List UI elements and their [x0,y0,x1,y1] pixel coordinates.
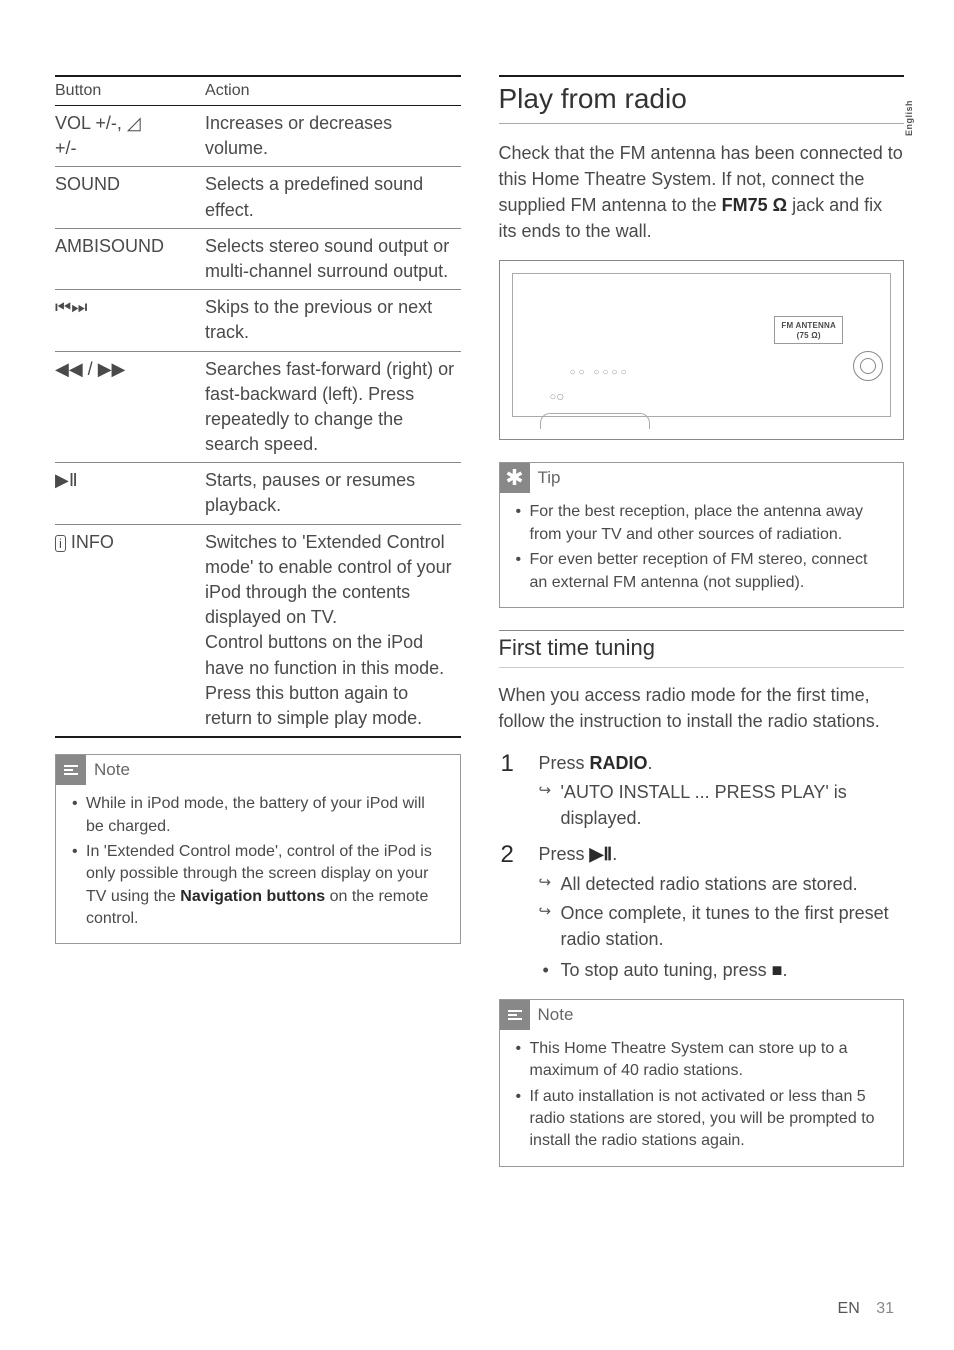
note-box-radio: Note This Home Theatre System can store … [499,999,905,1167]
panel-dots-icon: ○○ ○○○○ [570,367,630,378]
step-result: Once complete, it tunes to the first pre… [539,900,905,952]
footer-page-number: 31 [876,1300,894,1317]
note-icon [500,1000,530,1030]
note-box-ipod: Note While in iPod mode, the battery of … [55,754,461,944]
button-cell: i INFO [55,524,205,737]
tip-icon: ✱ [500,463,530,493]
button-cell: ◀◀ / ▶▶ [55,351,205,463]
heading-play-from-radio: Play from radio [499,75,905,124]
action-cell: Selects stereo sound output or multi-cha… [205,228,460,289]
table-row: ⏮⏭Skips to the previous or next track. [55,290,461,351]
action-cell: Selects a predefined sound effect. [205,167,460,228]
table-row: VOL +/-, ◿+/-Increases or decreases volu… [55,106,461,167]
note-item: In 'Extended Control mode', control of t… [72,841,444,931]
tip-item: For the best reception, place the antenn… [516,501,888,546]
table-header-button: Button [55,76,205,106]
action-cell: Skips to the previous or next track. [205,290,460,351]
table-row: AMBISOUNDSelects stereo sound output or … [55,228,461,289]
button-cell: ▶Ⅱ [55,463,205,524]
tip-box: ✱ Tip For the best reception, place the … [499,462,905,608]
table-row: i INFOSwitches to 'Extended Control mode… [55,524,461,737]
step-item: Press ▶Ⅱ.All detected radio stations are… [501,841,905,982]
button-cell: VOL +/-, ◿+/- [55,106,205,167]
step-result: 'AUTO INSTALL ... PRESS PLAY' is display… [539,779,905,831]
right-column: Play from radio Check that the FM antenn… [499,75,905,1183]
step-bullet: To stop auto tuning, press ■. [539,957,905,983]
disc-tray-icon [540,413,650,429]
table-row: ◀◀ / ▶▶Searches fast-forward (right) or … [55,351,461,463]
antenna-label-line1: FM ANTENNA [781,321,836,331]
action-cell: Searches fast-forward (right) or fast-ba… [205,351,460,463]
page-footer: EN 31 [838,1300,894,1318]
step-result: All detected radio stations are stored. [539,871,905,897]
table-header-action: Action [205,76,460,106]
antenna-diagram: FM ANTENNA (75 Ω) ○○ ○○○○ ○○ [499,260,905,440]
button-action-table: Button Action VOL +/-, ◿+/-Increases or … [55,75,461,738]
step-item: Press RADIO.'AUTO INSTALL ... PRESS PLAY… [501,750,905,831]
button-cell: SOUND [55,167,205,228]
note-title: Note [94,760,130,780]
note-item: While in iPod mode, the battery of your … [72,793,444,838]
left-column: Button Action VOL +/-, ◿+/-Increases or … [55,75,461,1183]
language-tab: English [904,100,914,136]
footer-language: EN [838,1300,860,1317]
radio-intro: Check that the FM antenna has been conne… [499,140,905,244]
table-row: ▶ⅡStarts, pauses or resumes playback. [55,463,461,524]
action-cell: Increases or decreases volume. [205,106,460,167]
panel-circles-icon: ○○ [550,387,565,403]
tip-title: Tip [538,468,561,488]
action-cell: Switches to 'Extended Control mode' to e… [205,524,460,737]
note-item: If auto installation is not activated or… [516,1086,888,1153]
note-item: This Home Theatre System can store up to… [516,1038,888,1083]
tuning-steps: Press RADIO.'AUTO INSTALL ... PRESS PLAY… [501,750,905,983]
tuning-intro: When you access radio mode for the first… [499,682,905,734]
antenna-label: FM ANTENNA (75 Ω) [774,316,843,343]
tip-item: For even better reception of FM stereo, … [516,549,888,594]
note-title: Note [538,1005,574,1025]
note-icon [56,755,86,785]
heading-first-time-tuning: First time tuning [499,630,905,668]
table-row: SOUNDSelects a predefined sound effect. [55,167,461,228]
action-cell: Starts, pauses or resumes playback. [205,463,460,524]
button-cell: ⏮⏭ [55,290,205,351]
antenna-label-line2: (75 Ω) [781,331,836,341]
button-cell: AMBISOUND [55,228,205,289]
